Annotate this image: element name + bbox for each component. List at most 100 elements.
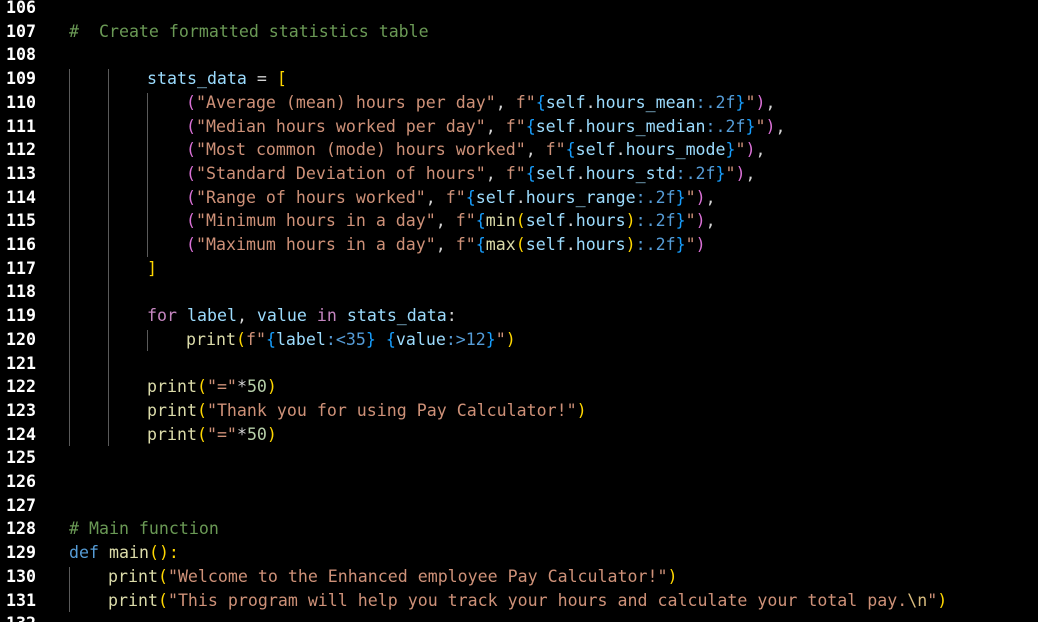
code-line[interactable]: 112 ("Most common (mode) hours worked", f…	[0, 138, 1038, 162]
code-token: "	[725, 163, 736, 183]
code-text[interactable]: stats_data = [	[147, 67, 287, 91]
code-token: "Average (mean) hours per day"	[196, 92, 496, 112]
code-text[interactable]: for label, value in stats_data:	[147, 304, 457, 328]
code-token: :>12	[445, 329, 486, 349]
code-token: (	[157, 566, 168, 586]
code-text[interactable]: ("Standard Deviation of hours", f"{self.…	[186, 162, 756, 186]
code-text[interactable]: print(f"{label:<35} {value:>12}")	[186, 328, 516, 352]
line-number: 132	[0, 612, 36, 622]
code-token: ,	[485, 163, 506, 183]
code-token: ,	[755, 140, 766, 160]
code-text[interactable]: # Create formatted statistics table	[69, 20, 429, 44]
code-line[interactable]: 130 print("Welcome to the Enhanced employ…	[0, 565, 1038, 589]
code-token: ,	[485, 116, 506, 136]
code-token: f"	[505, 163, 526, 183]
code-line[interactable]: 114 ("Range of hours worked", f"{self.hou…	[0, 186, 1038, 210]
code-line[interactable]: 110 ("Average (mean) hours per day", f"{s…	[0, 91, 1038, 115]
code-token: print	[147, 377, 197, 397]
code-line[interactable]: 111 ("Median hours worked per day", f"{se…	[0, 115, 1038, 139]
code-token: (	[196, 377, 207, 397]
line-number: 131	[6, 590, 36, 610]
code-text[interactable]: ("Average (mean) hours per day", f"{self…	[186, 91, 776, 115]
code-line[interactable]: 125	[0, 446, 1038, 470]
code-token: )	[735, 163, 746, 183]
code-line[interactable]: 106	[0, 0, 1038, 20]
code-line[interactable]: 117]	[0, 257, 1038, 281]
code-token: "	[685, 235, 696, 254]
code-line[interactable]: 126	[0, 470, 1038, 494]
code-line[interactable]: 124 print("="*50)	[0, 423, 1038, 447]
code-token: # Create formatted statistics table	[69, 21, 429, 41]
code-text[interactable]: ("Maximum hours in a day", f"{max(self.h…	[186, 233, 706, 257]
code-token: {	[465, 187, 476, 207]
code-token: "Thank you for using Pay Calculator!"	[206, 400, 577, 420]
code-text[interactable]: print("Welcome to the Enhanced employee …	[108, 565, 677, 589]
code-token: self	[475, 187, 516, 207]
code-text[interactable]: ]	[147, 257, 157, 281]
code-token: }	[365, 329, 376, 349]
code-line[interactable]: 113 ("Standard Deviation of hours", f"{se…	[0, 162, 1038, 186]
code-token: .	[515, 187, 526, 207]
code-text[interactable]: ("Range of hours worked", f"{self.hours_…	[186, 186, 716, 210]
code-text[interactable]: ("Median hours worked per day", f"{self.…	[186, 115, 786, 139]
code-text[interactable]: def main():	[69, 541, 179, 565]
code-text[interactable]: ("Minimum hours in a day", f"{min(self.h…	[186, 209, 716, 233]
code-token: stats_data	[147, 69, 247, 89]
code-token: "This program will help you track your h…	[167, 590, 908, 610]
code-text[interactable]: print("="*50)	[147, 423, 277, 447]
code-editor[interactable]: 106 107 # Create formatted statistics tabl…	[0, 0, 1038, 622]
code-token: def	[69, 543, 99, 563]
code-token: (	[186, 235, 196, 254]
code-text[interactable]: ("Most common (mode) hours worked", f"{s…	[186, 138, 766, 162]
code-token: ,	[435, 211, 456, 231]
line-number: 124	[6, 424, 36, 444]
code-line[interactable]: 109 stats_data = [	[0, 67, 1038, 91]
code-token: "	[735, 140, 746, 160]
code-token: (	[186, 92, 196, 112]
code-line[interactable]: 108	[0, 43, 1038, 67]
code-text[interactable]: print("="*50)	[147, 375, 277, 399]
code-token: )	[576, 400, 587, 420]
code-token: )	[266, 377, 277, 397]
code-line[interactable]: 121	[0, 352, 1038, 376]
code-token: }	[675, 187, 686, 207]
code-line[interactable]: 132	[0, 612, 1038, 622]
indent-guide	[147, 329, 148, 352]
code-token: .	[575, 116, 586, 136]
code-line[interactable]: 129 def main():	[0, 541, 1038, 565]
code-token: (	[515, 235, 526, 254]
code-token: hours	[575, 235, 626, 254]
code-token: main	[108, 543, 149, 563]
code-line[interactable]: 123 print("Thank you for using Pay Calcul…	[0, 399, 1038, 423]
code-token: f"	[505, 116, 526, 136]
code-line[interactable]: 127	[0, 494, 1038, 518]
code-text[interactable]: print("This program will help you track …	[108, 589, 947, 613]
code-line[interactable]: 119 for label, value in stats_data:	[0, 304, 1038, 328]
code-token: {	[525, 116, 536, 136]
code-token: (	[186, 140, 196, 160]
code-token: "	[685, 211, 696, 231]
code-line[interactable]: 131 print("This program will help you tra…	[0, 589, 1038, 613]
line-number: 127	[6, 495, 36, 515]
code-token: f"	[515, 92, 536, 112]
code-line[interactable]: 128 # Main function	[0, 517, 1038, 541]
code-token: [	[276, 69, 287, 89]
code-line[interactable]: 107 # Create formatted statistics table	[0, 20, 1038, 44]
line-number: 120	[6, 329, 36, 349]
code-line[interactable]: 115 ("Minimum hours in a day", f"{min(sel…	[0, 209, 1038, 233]
code-token: print	[108, 566, 158, 586]
code-line[interactable]: 118	[0, 280, 1038, 304]
code-token: print	[147, 400, 197, 420]
code-line[interactable]: 122 print("="*50)	[0, 375, 1038, 399]
code-token: self	[575, 140, 616, 160]
code-line[interactable]: 120 print(f"{label:<35} {value:>12}")	[0, 328, 1038, 352]
code-token: (	[186, 211, 196, 231]
code-text[interactable]: # Main function	[69, 517, 219, 541]
code-token: (	[196, 400, 207, 420]
code-token: ,	[495, 92, 516, 112]
code-line[interactable]: 116 ("Maximum hours in a day", f"{max(sel…	[0, 233, 1038, 257]
code-text[interactable]: print("Thank you for using Pay Calculato…	[147, 399, 587, 423]
code-token: :	[446, 306, 457, 326]
code-token: )	[505, 329, 516, 349]
